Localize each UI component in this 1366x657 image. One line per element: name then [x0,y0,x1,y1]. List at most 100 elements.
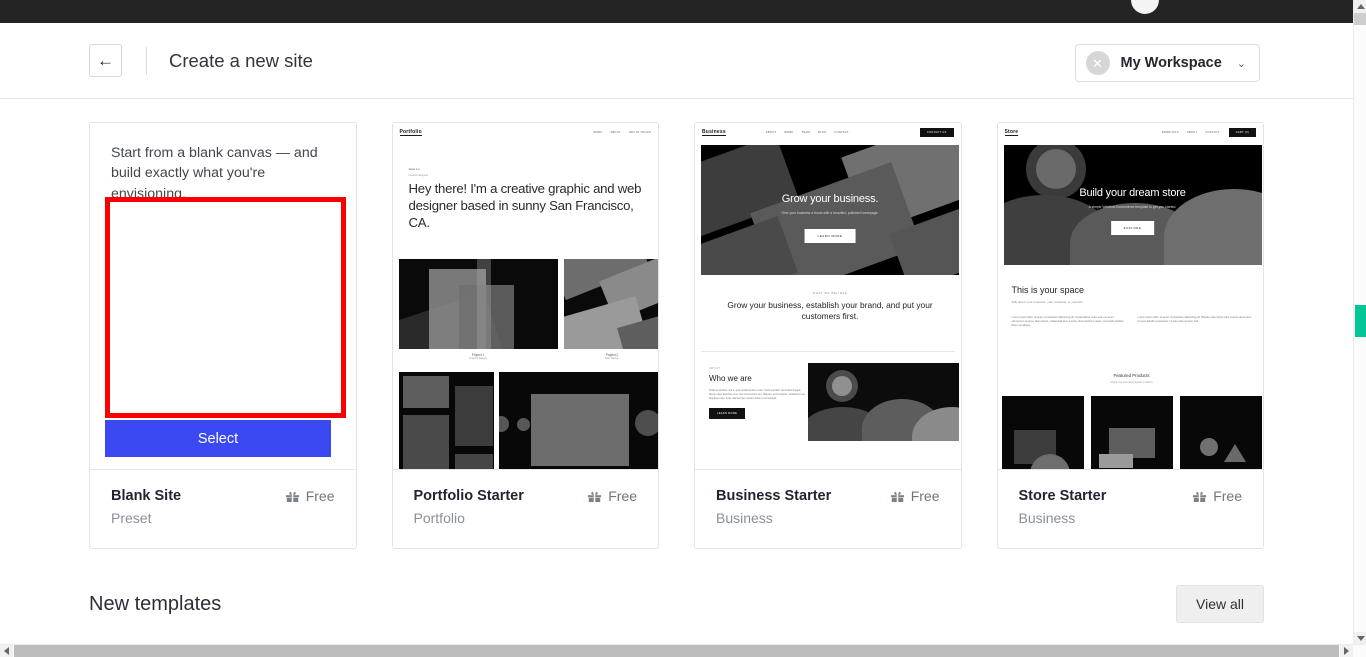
mock-gallery-image-2 [498,372,658,469]
gift-icon [285,491,299,502]
template-name: Store Starter [1018,488,1107,504]
mock-person-name: Jane Lo [408,167,420,171]
template-meta: Store Starter Free Business [998,470,1264,548]
mock-cart-button: CART (0) [1228,128,1256,137]
view-all-button[interactable]: View all [1176,585,1264,623]
mock-nav-links: PRODUCTS ABOUT CONTACT [1162,131,1220,134]
mock-product-tile-3 [1179,396,1262,469]
mock-nav-links: ABOUT WORK TEAM BLOG CONTACT [766,131,849,134]
vertical-scrollbar[interactable] [1353,0,1366,645]
gift-icon [588,491,602,502]
blank-canvas-highlight[interactable] [105,197,346,418]
template-card-business-starter[interactable]: Business ABOUT WORK TEAM BLOG CONTACT CO… [694,122,962,549]
horizontal-scrollbar-thumb[interactable] [14,645,1339,657]
mock-section-sub: Talk about your business, your products,… [1011,300,1084,304]
template-card-portfolio-starter[interactable]: Portfolio WORK ABOUT GET IN TOUCH Jane L… [391,122,659,549]
workspace-label: My Workspace [1120,55,1222,71]
mock-featured-block: Featured Products Check out new and popu… [1012,373,1252,384]
mock-space-block: This is your space Talk about your busin… [1012,285,1252,328]
chevron-up-icon [1356,4,1365,9]
mock-about-block: ABOUT Who we are Nulla at sodales nisl a… [709,367,805,420]
mock-statement: Grow your business, establish your brand… [727,300,933,322]
mock-logo: Business [702,129,726,136]
chevron-left-icon [4,647,9,655]
mock-nav-link: PRODUCTS [1161,131,1179,134]
template-card-blank-site[interactable]: Start from a blank canvas — and build ex… [89,122,357,549]
mock-body-left: Lorem ipsum dolor sit amet, consectetur … [1011,316,1124,328]
blank-site-preview: Start from a blank canvas — and build ex… [90,123,356,470]
template-price: Free [285,488,335,504]
template-name: Business Starter [716,488,832,504]
chevron-right-icon [1344,647,1349,655]
mock-project-1-caption: Project 1 Graphic Design [399,353,558,360]
template-meta: Portfolio Starter Free Portfolio [393,470,659,548]
template-meta: Blank Site Free Preset [90,470,356,548]
app-viewport: ← Create a new site ✕ My Workspace ⌄ Sta… [0,23,1353,644]
workspace-selector[interactable]: ✕ My Workspace ⌄ [1074,44,1260,82]
mock-nav-link: ABOUT [610,131,621,134]
template-card-grid: Start from a blank canvas — and build ex… [0,99,1353,549]
mock-hero-title: Grow your business. [781,193,879,205]
store-starter-preview: Store PRODUCTS ABOUT CONTACT CART (0) Bu… [997,123,1264,470]
scroll-up-button[interactable] [1354,0,1366,13]
section-title: New templates [89,592,222,615]
mock-navbar: Business ABOUT WORK TEAM BLOG CONTACT CO… [695,123,961,142]
select-button[interactable]: Select [105,420,331,457]
mock-product-tile-1 [1001,396,1084,469]
template-category: Business [1018,510,1076,526]
blank-site-description: Start from a blank canvas — and build ex… [111,145,318,202]
template-price: Free [587,488,637,504]
mock-product-tile-2 [1090,396,1173,469]
template-name: Blank Site [111,488,182,504]
business-starter-preview: Business ABOUT WORK TEAM BLOG CONTACT CO… [695,123,961,470]
template-price: Free [890,488,940,504]
mock-hero-subtitle: A simple Webflow Ecommerce template to g… [1088,205,1177,209]
mock-person-role: creative designer [408,174,429,177]
vertical-scrollbar-track-top [1354,13,1366,25]
mock-navbar: Portfolio WORK ABOUT GET IN TOUCH [393,123,659,142]
mock-nav-link: GET IN TOUCH [628,131,651,134]
template-price-label: Free [608,488,637,504]
mock-about-body: Nulla at sodales nisl a, quis condimentu… [709,389,805,401]
back-button[interactable]: ← [89,44,122,77]
portfolio-mock-site: Portfolio WORK ABOUT GET IN TOUCH Jane L… [392,123,659,469]
vertical-scrollbar-thumb[interactable] [1355,305,1366,337]
mock-eyebrow: WHAT WE BELIEVE [812,291,848,295]
mock-hero-button: EXPLORE [1110,221,1155,235]
mock-about-eyebrow: ABOUT [709,367,721,370]
template-category: Business [716,510,773,526]
mock-navbar: Store PRODUCTS ABOUT CONTACT CART (0) [998,123,1264,142]
scroll-right-button[interactable] [1340,645,1353,657]
mock-hero-subtitle: Give your business a boost with a beauti… [781,211,879,215]
template-price: Free [1192,488,1242,504]
scroll-left-button[interactable] [0,645,13,657]
mock-project-sub: Web Design [604,357,620,360]
mock-gallery-image-1 [398,372,494,469]
mock-about-button: LEARN MORE [709,408,746,420]
mock-project-image-1 [398,259,558,349]
portfolio-starter-preview: Portfolio WORK ABOUT GET IN TOUCH Jane L… [392,123,659,470]
mock-hero-button: LEARN MORE [804,229,856,243]
mock-cta-button: CONTACT US [919,128,954,137]
mock-nav-link: ABOUT [765,131,777,134]
template-price-label: Free [1213,488,1242,504]
horizontal-scrollbar[interactable] [0,644,1366,657]
mock-about-image [808,363,959,441]
mock-project-image-2 [563,259,658,349]
new-templates-section-header: New templates View all [0,549,1353,623]
template-category: Portfolio [413,510,465,526]
mock-featured-title: Featured Products [1113,373,1150,378]
mock-hero-title: Build your dream store [1079,187,1186,199]
mock-divider [701,351,955,352]
chevron-down-icon: ⌄ [1236,57,1246,70]
template-card-store-starter[interactable]: Store PRODUCTS ABOUT CONTACT CART (0) Bu… [996,122,1264,549]
business-mock-site: Business ABOUT WORK TEAM BLOG CONTACT CO… [695,123,961,469]
mock-nav-link: CONTACT [834,131,849,134]
mock-nav-link: WORK [784,131,794,134]
mock-statement-block: WHAT WE BELIEVE Grow your business, esta… [715,291,945,323]
mock-about-title: Who we are [709,374,752,383]
mock-nav-link: ABOUT [1186,131,1198,134]
mock-nav-link: TEAM [801,131,810,134]
template-category: Preset [111,510,152,526]
mock-body-right: Lorem ipsum dolor sit amet, consectetur … [1137,316,1252,324]
